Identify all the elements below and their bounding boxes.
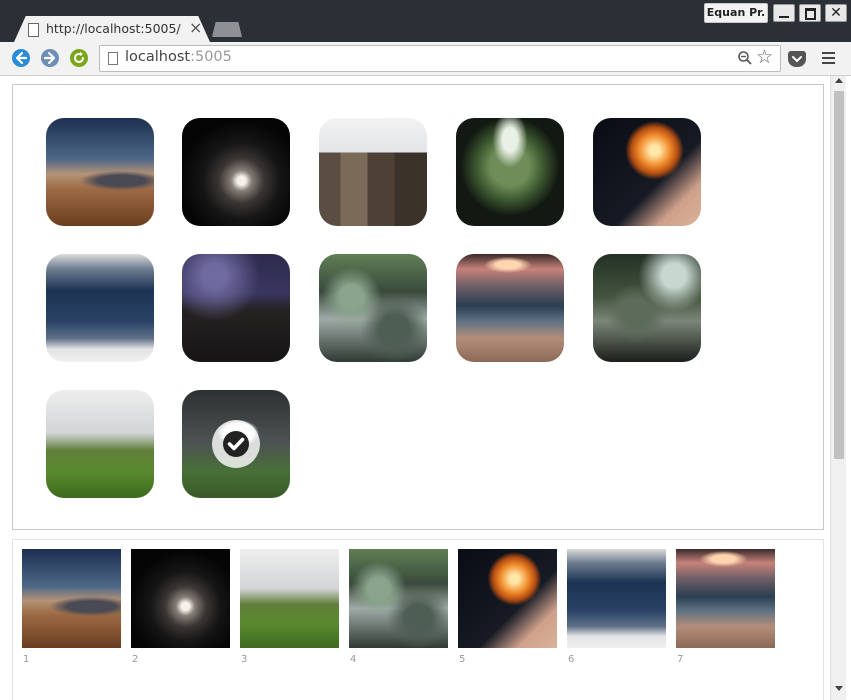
gallery-image-11[interactable]	[46, 390, 154, 498]
minimize-button[interactable]	[773, 4, 795, 22]
gallery-image-9[interactable]	[456, 254, 564, 362]
close-icon: ✕	[830, 5, 842, 21]
gallery-image-1[interactable]	[46, 118, 154, 226]
selected-thumb-5[interactable]	[458, 549, 557, 648]
zoom-out-icon[interactable]	[737, 50, 753, 66]
bookmark-star-icon[interactable]: ☆	[756, 47, 773, 67]
thumb-label-7: 7	[677, 654, 684, 665]
browser-toolbar: localhost:5005 ☆	[0, 42, 851, 76]
reload-icon	[74, 52, 84, 63]
selected-thumb-3[interactable]	[240, 549, 339, 648]
gallery-image-4[interactable]	[456, 118, 564, 226]
close-window-button[interactable]: ✕	[825, 4, 847, 22]
gallery-image-8[interactable]	[319, 254, 427, 362]
selected-check-overlay	[212, 420, 260, 468]
new-tab-button[interactable]	[212, 22, 242, 37]
forward-button[interactable]	[41, 49, 59, 67]
tab-close-icon[interactable]: ×	[189, 19, 202, 37]
title-bar: http://localhost:5005/ × Equan Pr. ✕	[0, 0, 851, 42]
hamburger-menu-icon[interactable]	[822, 52, 835, 67]
gallery-image-10[interactable]	[593, 254, 701, 362]
selected-thumb-1[interactable]	[22, 549, 121, 648]
selected-thumb-4[interactable]	[349, 549, 448, 648]
page-viewport: 1 2 3 4 5 6 7	[0, 76, 851, 700]
gallery-image-2[interactable]	[182, 118, 290, 226]
gallery-image-7[interactable]	[182, 254, 290, 362]
maximize-button[interactable]	[799, 4, 821, 22]
pocket-icon[interactable]	[788, 51, 806, 67]
selected-thumb-6[interactable]	[567, 549, 666, 648]
thumb-label-3: 3	[241, 654, 248, 665]
page-icon	[108, 52, 118, 65]
minimize-icon	[779, 16, 789, 18]
thumb-label-1: 1	[23, 654, 30, 665]
tab-title: http://localhost:5005/	[46, 21, 181, 36]
selection-strip: 1 2 3 4 5 6 7	[12, 539, 824, 700]
reload-button[interactable]	[70, 49, 88, 67]
scroll-down-arrow-icon[interactable]	[835, 686, 843, 691]
profile-button[interactable]: Equan Pr.	[704, 3, 768, 23]
image-gallery	[12, 84, 824, 530]
scroll-up-arrow-icon[interactable]	[835, 78, 843, 83]
back-button[interactable]	[12, 49, 30, 67]
maximize-icon	[805, 8, 816, 20]
selected-thumb-7[interactable]	[676, 549, 775, 648]
url-text[interactable]: localhost:5005	[125, 49, 232, 65]
back-arrow-icon	[15, 51, 28, 65]
scroll-thumb[interactable]	[834, 91, 844, 459]
checkmark-icon	[223, 431, 249, 457]
browser-tab[interactable]: http://localhost:5005/ ×	[14, 16, 210, 42]
address-bar[interactable]: localhost:5005 ☆	[99, 45, 781, 72]
gallery-image-5[interactable]	[593, 118, 701, 226]
page-icon	[28, 23, 39, 37]
gallery-image-3[interactable]	[319, 118, 427, 226]
thumb-label-4: 4	[350, 654, 357, 665]
thumb-label-6: 6	[568, 654, 575, 665]
gallery-image-6[interactable]	[46, 254, 154, 362]
forward-arrow-icon	[43, 51, 56, 65]
vertical-scrollbar[interactable]	[830, 76, 846, 700]
thumb-label-2: 2	[132, 654, 139, 665]
thumb-label-5: 5	[459, 654, 466, 665]
gallery-image-12[interactable]	[182, 390, 290, 498]
selected-thumb-2[interactable]	[131, 549, 230, 648]
